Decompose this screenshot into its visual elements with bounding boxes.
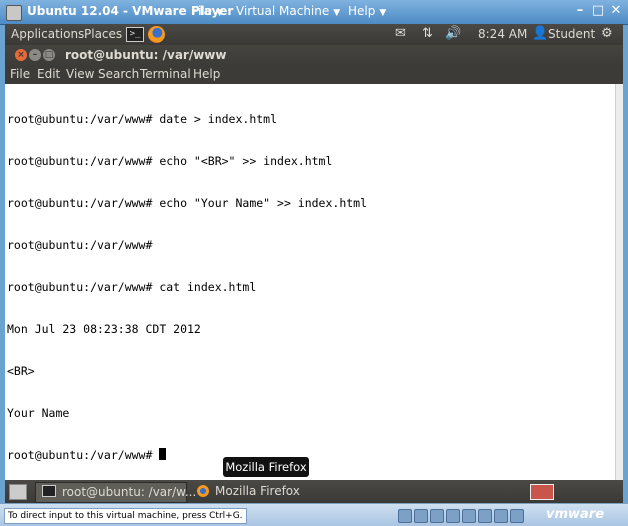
status-message: To direct input to this virtual machine,… (4, 508, 247, 524)
ubuntu-bottom-panel: root@ubuntu: /var/w... Mozilla Firefox (5, 480, 623, 503)
vm-menu-help[interactable]: Help ▼ (348, 4, 386, 18)
terminal-window-title: root@ubuntu: /var/www (65, 48, 227, 62)
vmware-statusbar: To direct input to this virtual machine,… (0, 503, 628, 526)
network-adapter-icon[interactable] (446, 509, 460, 523)
terminal-line: Your Name (7, 406, 70, 420)
vm-menu-virtual-machine[interactable]: Virtual Machine ▼ (236, 4, 340, 18)
vmware-titlebar: Ubuntu 12.04 - VMware Player File ▼ Virtu… (0, 0, 628, 25)
volume-icon[interactable]: 🔊 (445, 26, 461, 41)
chevron-down-icon: ▼ (333, 8, 341, 18)
terminal-line: root@ubuntu:/var/www# echo "<BR>" >> ind… (7, 154, 333, 168)
terminal-line: <BR> (7, 364, 35, 378)
network-icon[interactable]: ⇅ (422, 26, 433, 41)
text-cursor (159, 448, 167, 460)
terminal-menu-edit[interactable]: Edit (37, 67, 60, 81)
terminal-line: root@ubuntu:/var/www# (7, 238, 153, 252)
sound-card-icon[interactable] (478, 509, 492, 523)
vm-menu-file[interactable]: File ▼ (192, 4, 223, 18)
terminal-menubar: File Edit View Search Terminal Help (5, 66, 623, 84)
taskbar-item-label: root@ubuntu: /var/w... (62, 485, 197, 499)
guest-screen[interactable]: Applications Places >_ ✉ ⇅ 🔊 8:24 AM 👤 S… (5, 24, 623, 503)
applications-menu[interactable]: Applications (11, 27, 84, 41)
terminal-launcher-icon[interactable]: >_ (126, 27, 144, 42)
floppy-icon[interactable] (430, 509, 444, 523)
terminal-icon (42, 485, 56, 497)
workspace-switcher[interactable] (530, 484, 554, 500)
minimize-icon[interactable]: – (572, 3, 588, 19)
terminal-line: root@ubuntu:/var/www# echo "Your Name" >… (7, 196, 368, 210)
show-desktop-icon[interactable] (9, 484, 27, 500)
firefox-icon (197, 485, 209, 497)
gear-icon[interactable]: ⚙ (601, 26, 613, 41)
ubuntu-top-panel: Applications Places >_ ✉ ⇅ 🔊 8:24 AM 👤 S… (5, 24, 623, 45)
chevron-down-icon: ▼ (216, 8, 224, 18)
mail-icon[interactable]: ✉ (395, 26, 406, 41)
terminal-line: Mon Jul 23 08:23:38 CDT 2012 (7, 322, 201, 336)
places-menu[interactable]: Places (84, 27, 122, 41)
terminal-line: root@ubuntu:/var/www# date > index.html (7, 112, 278, 126)
clock[interactable]: 8:24 AM (478, 27, 527, 41)
user-icon: 👤 (532, 26, 549, 41)
hard-disk-icon[interactable] (398, 509, 412, 523)
terminal-menu-terminal[interactable]: Terminal (140, 67, 191, 81)
chevron-down-icon: ▼ (379, 8, 387, 18)
firefox-tooltip: Mozilla Firefox (223, 457, 309, 477)
close-icon[interactable]: ✕ (608, 3, 624, 19)
taskbar-item-firefox[interactable]: Mozilla Firefox (191, 482, 311, 501)
maximize-icon[interactable]: □ (590, 3, 606, 19)
window-minimize-button[interactable]: – (29, 49, 41, 61)
terminal-text: root@ubuntu:/var/www# date > index.html … (7, 84, 367, 490)
taskbar-item-label: Mozilla Firefox (215, 484, 300, 498)
usb-icon[interactable] (462, 509, 476, 523)
terminal-line: root@ubuntu:/var/www# cat index.html (7, 280, 257, 294)
window-maximize-button[interactable]: □ (43, 49, 55, 61)
cd-drive-icon[interactable] (414, 509, 428, 523)
printer-icon[interactable] (494, 509, 508, 523)
terminal-prompt: root@ubuntu:/var/www# (7, 448, 160, 462)
window-close-button[interactable]: × (15, 49, 27, 61)
vmware-app-icon (6, 5, 22, 21)
user-menu[interactable]: Student (548, 27, 595, 41)
terminal-menu-help[interactable]: Help (193, 67, 220, 81)
vmware-logo: vmware (546, 507, 605, 522)
terminal-menu-search[interactable]: Search (98, 67, 139, 81)
firefox-launcher-icon[interactable] (148, 26, 165, 43)
terminal-prompt-line: root@ubuntu:/var/www# (7, 448, 367, 462)
terminal-menu-file[interactable]: File (10, 67, 30, 81)
terminal-output-area[interactable]: root@ubuntu:/var/www# date > index.html … (5, 84, 623, 480)
terminal-menu-view[interactable]: View (66, 67, 94, 81)
terminal-titlebar[interactable]: × – □ root@ubuntu: /var/www (5, 45, 623, 66)
display-icon[interactable] (510, 509, 524, 523)
terminal-scrollbar[interactable] (615, 84, 623, 480)
taskbar-item-terminal[interactable]: root@ubuntu: /var/w... (35, 482, 196, 503)
